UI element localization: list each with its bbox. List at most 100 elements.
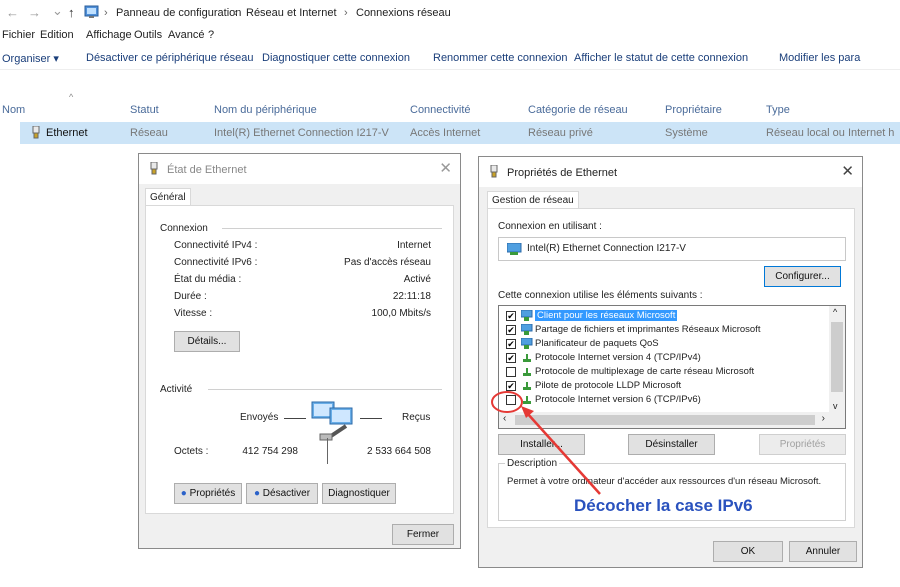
shield-icon: ● <box>253 488 260 499</box>
scroll-right-icon[interactable]: › <box>822 413 825 424</box>
back-arrow-icon[interactable]: ← <box>6 5 19 20</box>
menu-help[interactable]: ? <box>208 29 214 41</box>
scrollbar-thumb[interactable] <box>831 322 843 392</box>
column-header-type[interactable]: Type <box>766 104 790 116</box>
close-button[interactable]: Fermer <box>392 524 454 545</box>
menu-affichage[interactable]: Affichage <box>86 29 132 41</box>
tab-networking[interactable]: Gestion de réseau <box>487 191 579 209</box>
duration-value: 22:11:18 <box>392 291 431 302</box>
tab-general[interactable]: Général <box>145 188 191 206</box>
item-checkbox[interactable]: ✔ <box>506 339 516 349</box>
disable-device-button[interactable]: Désactiver ce périphérique réseau <box>86 52 254 64</box>
connect-using-label: Connexion en utilisant : <box>498 221 602 232</box>
up-arrow-icon[interactable]: ↑ <box>68 5 75 20</box>
ipv4-label: Connectivité IPv4 : <box>174 240 258 251</box>
item-checkbox[interactable] <box>506 395 516 405</box>
ipv6-label: Connectivité IPv6 : <box>174 257 258 268</box>
properties-button[interactable]: ● Propriétés <box>174 483 242 504</box>
item-checkbox[interactable] <box>506 367 516 377</box>
scrollbar-thumb[interactable] <box>515 415 815 425</box>
column-header-status[interactable]: Statut <box>130 104 159 116</box>
cell-name: Ethernet <box>46 127 88 139</box>
column-header-connectivity[interactable]: Connectivité <box>410 104 471 116</box>
view-status-button[interactable]: Afficher le statut de cette connexion <box>574 52 748 64</box>
breadcrumb-control-panel[interactable]: Panneau de configuration <box>116 7 241 19</box>
recent-chevron-icon[interactable]: ⌄ <box>52 3 63 19</box>
vertical-scrollbar[interactable]: ^ v <box>829 306 845 412</box>
list-item-label: Protocole Internet version 6 (TCP/IPv6) <box>535 394 701 405</box>
forward-arrow-icon[interactable]: → <box>28 5 41 20</box>
items-label: Cette connexion utilise les éléments sui… <box>498 290 703 301</box>
properties-dialog-titlebar[interactable]: Propriétés de Ethernet ✕ <box>479 157 862 187</box>
horizontal-scrollbar[interactable]: ‹ › <box>499 412 845 428</box>
configure-button[interactable]: Configurer... <box>764 266 841 287</box>
ok-button[interactable]: OK <box>713 541 783 562</box>
media-state-label: État du média : <box>174 274 242 285</box>
protocol-icon <box>523 396 531 404</box>
ethernet-plug-icon <box>490 165 498 178</box>
column-header-owner[interactable]: Propriétaire <box>665 104 722 116</box>
rename-connection-button[interactable]: Renommer cette connexion <box>433 52 568 64</box>
diagnose-connection-button[interactable]: Diagnostiquer cette connexion <box>262 52 410 64</box>
received-bytes-value: 2 533 664 508 <box>367 446 431 457</box>
column-header-device[interactable]: Nom du périphérique <box>214 104 317 116</box>
menu-outils[interactable]: Outils <box>134 29 162 41</box>
speed-label: Vitesse : <box>174 308 213 319</box>
item-properties-button[interactable]: Propriétés <box>759 434 846 455</box>
breadcrumb-network-connections[interactable]: Connexions réseau <box>356 7 451 19</box>
change-settings-button[interactable]: Modifier les para <box>779 52 860 64</box>
diagnose-button[interactable]: Diagnostiquer <box>322 483 396 504</box>
description-group-label: Description <box>505 458 560 469</box>
status-dialog-titlebar[interactable]: État de Ethernet ✕ <box>139 154 460 184</box>
column-header-name[interactable]: Nom <box>2 104 25 116</box>
scroll-left-icon[interactable]: ‹ <box>503 413 506 424</box>
list-item-label: Planificateur de paquets QoS <box>535 338 659 349</box>
cell-status: Réseau <box>130 127 168 139</box>
group-divider <box>222 228 442 229</box>
close-icon[interactable]: ✕ <box>439 159 452 177</box>
item-checkbox[interactable]: ✔ <box>506 353 516 363</box>
menu-fichier[interactable]: Fichier <box>2 29 35 41</box>
description-text: Permet à votre ordinateur d'accéder aux … <box>507 476 822 487</box>
received-label: Reçus <box>402 412 431 423</box>
sent-line <box>284 418 306 419</box>
table-row-ethernet[interactable]: Ethernet Réseau Intel(R) Ethernet Connec… <box>20 122 900 144</box>
list-item-label: Protocole de multiplexage de carte résea… <box>535 366 755 377</box>
components-list[interactable]: Protocole Internet version 6 (TCP/IPv6) ✔… <box>498 305 846 429</box>
organize-button[interactable]: Organiser ▾ <box>2 52 59 65</box>
received-line <box>360 418 382 419</box>
breadcrumb-network-internet[interactable]: Réseau et Internet <box>246 7 337 19</box>
scroll-down-icon[interactable]: v <box>833 401 838 411</box>
close-icon[interactable]: ✕ <box>841 162 854 180</box>
details-button[interactable]: Détails... <box>174 331 240 352</box>
shield-icon: ● <box>180 488 187 499</box>
uninstall-button[interactable]: Désinstaller <box>628 434 715 455</box>
item-checkbox[interactable]: ✔ <box>506 381 516 391</box>
column-headers: ^ Nom Statut Nom du périphérique Connect… <box>0 70 900 120</box>
properties-button-label: Propriétés <box>189 488 236 499</box>
cell-category: Réseau privé <box>528 127 593 139</box>
breadcrumb-separator: › <box>104 7 108 19</box>
protocol-icon <box>523 382 531 390</box>
status-dialog: État de Ethernet ✕ Général Connexion Con… <box>138 153 461 549</box>
menu-avance[interactable]: Avancé <box>168 29 205 41</box>
status-dialog-title: État de Ethernet <box>167 164 247 176</box>
network-activity-icon <box>311 401 353 441</box>
cell-device: Intel(R) Ethernet Connection I217-V <box>214 127 389 139</box>
menu-bar: Fichier Edition Affichage Outils Avancé … <box>0 26 900 46</box>
properties-dialog-title: Propriétés de Ethernet <box>507 167 618 179</box>
scroll-up-icon[interactable]: ^ <box>833 307 837 317</box>
item-checkbox[interactable]: ✔ <box>506 311 516 321</box>
network-client-icon <box>521 338 533 349</box>
control-panel-icon <box>84 5 99 18</box>
column-header-category[interactable]: Catégorie de réseau <box>528 104 628 116</box>
disable-button[interactable]: ● Désactiver <box>246 483 318 504</box>
list-item-label: Client pour les réseaux Microsoft <box>535 310 678 321</box>
activity-group-label: Activité <box>160 384 193 395</box>
network-client-icon <box>521 310 533 321</box>
item-checkbox[interactable]: ✔ <box>506 325 516 335</box>
networking-panel: Connexion en utilisant : Intel(R) Ethern… <box>487 208 855 528</box>
install-button[interactable]: Installer... <box>498 434 585 455</box>
cancel-button[interactable]: Annuler <box>789 541 857 562</box>
menu-edition[interactable]: Edition <box>40 29 74 41</box>
